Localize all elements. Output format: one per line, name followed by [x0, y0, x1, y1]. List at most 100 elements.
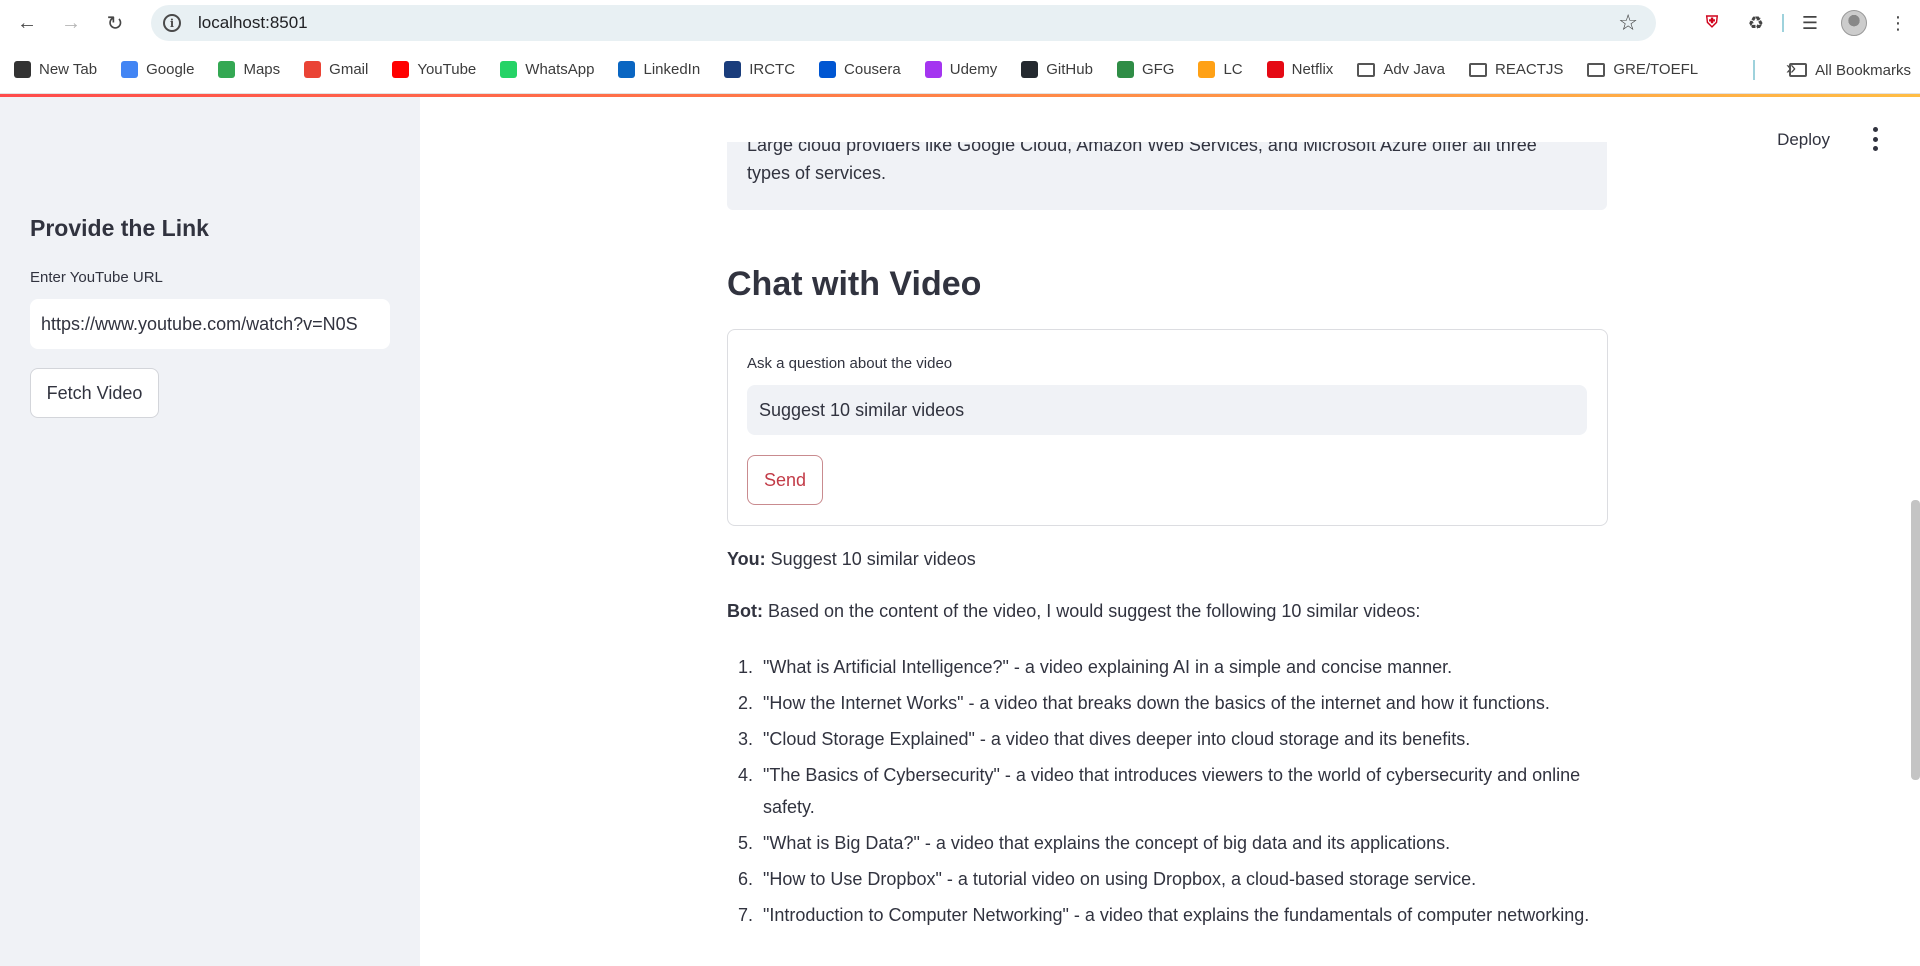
bookmark-item[interactable]: Netflix [1266, 61, 1333, 78]
suggestion-item: 7. "Introduction to Computer Networking" … [727, 899, 1627, 931]
extension-shield-icon[interactable]: ⛨ [1690, 14, 1734, 32]
youtube-url-input[interactable]: https://www.youtube.com/watch?v=N0S [30, 299, 390, 349]
folder-icon [1789, 63, 1808, 77]
folder-icon [1469, 62, 1488, 77]
suggestion-number: 3. [737, 729, 753, 749]
question-label: Ask a question about the video [747, 355, 953, 372]
coursera-icon [819, 61, 837, 78]
bookmarks-separator [1753, 60, 1755, 80]
bookmark-item[interactable]: YouTube [392, 61, 476, 78]
irctc-icon [724, 61, 742, 78]
suggestion-number: 1. [737, 657, 753, 677]
bot-message-text: Based on the content of the video, I wou… [768, 601, 1421, 621]
main-content: Deploy Large cloud providers like Google… [420, 97, 1920, 966]
user-message: You: Suggest 10 similar videos [727, 549, 976, 570]
bookmark-label: GFG [1141, 61, 1175, 78]
media-control-icon[interactable]: ☰ [1788, 13, 1832, 34]
bookmark-item[interactable]: Adv Java [1357, 61, 1445, 78]
netflix-icon [1266, 61, 1284, 78]
summary-line: Large cloud providers like Google Cloud,… [747, 142, 1537, 155]
folder-icon [1357, 62, 1376, 77]
bookmark-item[interactable]: LC [1198, 61, 1243, 78]
sidebar-title: Provide the Link [30, 215, 209, 241]
bookmark-item[interactable]: Gmail [304, 61, 368, 78]
browser-menu-icon[interactable]: ⋮ [1876, 13, 1920, 34]
suggestion-text: "How the Internet Works" - a video that … [763, 693, 1550, 713]
bookmark-label: WhatsApp [525, 61, 595, 78]
summary-textarea[interactable]: Large cloud providers like Google Cloud,… [727, 142, 1607, 210]
suggestion-text: "Introduction to Computer Networking" - … [763, 905, 1590, 925]
bookmark-label: GRE/TOEFL [1613, 61, 1699, 78]
suggestion-item: 4. "The Basics of Cybersecurity" - a vide… [727, 759, 1627, 823]
bookmark-label: Udemy [949, 61, 998, 78]
bookmark-label: IRCTC [749, 61, 796, 78]
udemy-icon [924, 61, 942, 78]
bookmark-item[interactable]: Cousera [819, 61, 901, 78]
bookmark-item[interactable]: New Tab [14, 61, 97, 78]
bookmark-item[interactable]: IRCTC [724, 61, 795, 78]
bookmark-label: GitHub [1046, 61, 1093, 78]
chat-section-title: Chat with Video [727, 265, 982, 303]
suggestion-item: 3. "Cloud Storage Explained" - a video th… [727, 723, 1627, 755]
user-message-text: Suggest 10 similar videos [770, 549, 976, 569]
bookmark-item[interactable]: GitHub [1021, 61, 1093, 78]
all-bookmarks-label: All Bookmarks [1815, 61, 1911, 79]
bookmark-item[interactable]: Maps [218, 61, 280, 78]
profile-avatar[interactable] [1832, 10, 1876, 36]
all-bookmarks-button[interactable]: All Bookmarks [1789, 46, 1911, 94]
suggestion-number: 5. [737, 833, 753, 853]
bookmarks-list: New Tab Google Maps Gmail YouTube WhatsApp Lin… [0, 61, 1708, 78]
bookmark-item[interactable]: GRE/TOEFL [1587, 61, 1698, 78]
main-menu-icon[interactable] [1870, 127, 1880, 151]
address-bar[interactable]: i localhost:8501 ☆ [151, 5, 1656, 41]
bookmark-item[interactable]: LinkedIn [618, 61, 700, 78]
bookmark-item[interactable]: REACTJS [1469, 61, 1563, 78]
suggestion-text: "Cloud Storage Explained" - a video that… [763, 729, 1471, 749]
gmail-icon [304, 61, 322, 78]
bookmark-item[interactable]: Google [121, 61, 194, 78]
forward-arrow-icon[interactable]: → [53, 5, 89, 41]
fetch-video-button[interactable]: Fetch Video [30, 368, 159, 418]
suggestion-number: 7. [737, 905, 753, 925]
reload-icon[interactable]: ↻ [97, 5, 133, 41]
summary-line: types of services. [747, 163, 887, 183]
bot-message: Bot: Based on the content of the video, … [727, 601, 1420, 622]
github-icon [1021, 61, 1039, 78]
question-input[interactable]: Suggest 10 similar videos [747, 385, 1587, 435]
bookmark-label: New Tab [39, 61, 98, 78]
suggestion-text: "How to Use Dropbox" - a tutorial video … [763, 869, 1477, 889]
bookmarks-bar: New Tab Google Maps Gmail YouTube WhatsApp Lin… [0, 46, 1920, 94]
suggestion-number: 4. [737, 765, 753, 785]
bookmark-item[interactable]: Udemy [924, 61, 998, 78]
bookmark-item[interactable]: GFG [1116, 61, 1175, 78]
sidebar: Provide the Link Enter YouTube URL https… [0, 97, 420, 966]
page-scrollbar[interactable] [1911, 500, 1920, 780]
bookmark-label: Maps [243, 61, 281, 78]
address-bar-url[interactable]: localhost:8501 [198, 13, 308, 33]
bookmark-label: LinkedIn [643, 61, 701, 78]
extensions-area: ⛨ ♻ ☰ ⋮ [1690, 0, 1920, 46]
globe-icon [14, 61, 31, 78]
suggestion-text: "What is Big Data?" - a video that expla… [763, 833, 1451, 853]
linkedin-icon [618, 61, 636, 78]
bookmark-label: Google [146, 61, 195, 78]
deploy-button[interactable]: Deploy [1777, 130, 1830, 150]
question-form: Ask a question about the video Suggest 1… [727, 329, 1608, 526]
leetcode-icon [1198, 61, 1216, 78]
user-message-label: You: [727, 549, 766, 569]
bookmark-label: REACTJS [1495, 61, 1564, 78]
whatsapp-icon [500, 61, 518, 78]
bookmark-item[interactable]: WhatsApp [500, 61, 594, 78]
bookmark-star-icon[interactable]: ☆ [1618, 10, 1638, 36]
suggestion-text: "The Basics of Cybersecurity" - a video … [763, 765, 1581, 817]
suggestion-text: "What is Artificial Intelligence?" - a v… [763, 657, 1453, 677]
google-icon [121, 61, 139, 78]
folder-icon [1587, 62, 1606, 77]
extensions-puzzle-icon[interactable]: ♻ [1734, 13, 1778, 34]
suggestion-item: 2. "How the Internet Works" - a video tha… [727, 687, 1627, 719]
send-button[interactable]: Send [747, 455, 823, 505]
bookmark-label: Cousera [844, 61, 901, 78]
bookmark-label: LC [1223, 61, 1243, 78]
back-arrow-icon[interactable]: ← [9, 5, 45, 41]
site-info-icon[interactable]: i [163, 14, 181, 32]
